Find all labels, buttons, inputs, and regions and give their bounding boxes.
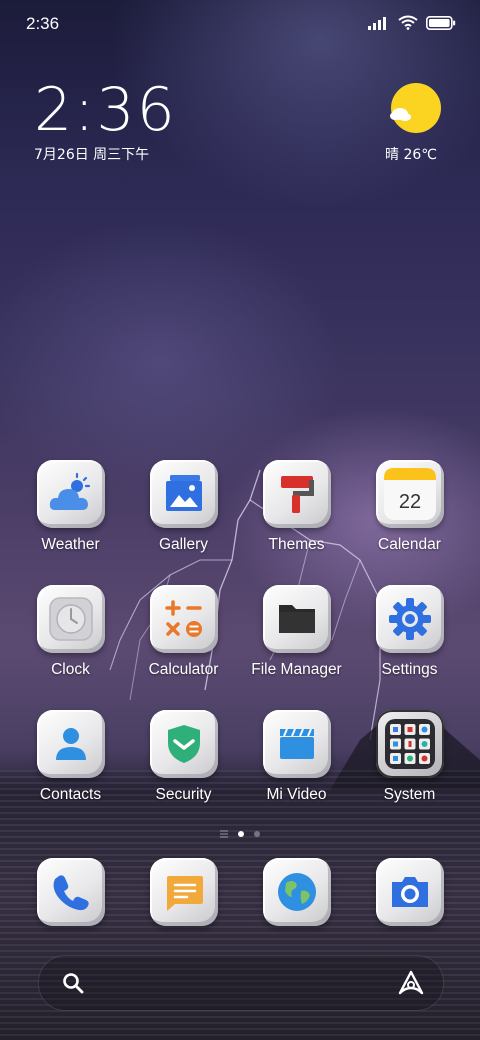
app-weather[interactable]: Weather — [14, 460, 127, 554]
video-icon — [262, 710, 331, 778]
messages-icon — [149, 858, 218, 926]
status-icons — [368, 15, 456, 30]
contacts-icon — [36, 710, 105, 778]
app-label-themes: Themes — [268, 536, 325, 553]
widget-time: 2:36 — [34, 75, 177, 145]
app-system-folder[interactable]: System — [353, 710, 466, 804]
app-label-weather: Weather — [41, 536, 100, 553]
app-security[interactable]: Security — [127, 710, 240, 804]
camera-icon — [375, 858, 444, 926]
menu-lines-icon — [220, 830, 228, 838]
clock-icon — [36, 585, 105, 653]
weather-widget[interactable]: 晴 26℃ — [376, 82, 446, 164]
themes-icon — [262, 460, 331, 528]
app-file-manager[interactable]: File Manager — [240, 585, 353, 679]
app-label-calendar: Calendar — [378, 536, 441, 553]
page-indicator[interactable] — [0, 830, 480, 838]
app-label-gallery: Gallery — [158, 536, 209, 553]
shield-icon — [149, 710, 218, 778]
weather-condition: 晴 — [385, 147, 399, 163]
app-settings[interactable]: Settings — [353, 585, 466, 679]
folder-grid-icon — [375, 710, 444, 778]
app-label-clock: Clock — [51, 661, 90, 678]
app-mi-video[interactable]: Mi Video — [240, 710, 353, 804]
wifi-icon — [398, 15, 418, 30]
weather-icon — [36, 460, 105, 528]
app-label-contacts: Contacts — [39, 786, 102, 803]
dock-messages[interactable] — [127, 858, 240, 926]
search-icon[interactable] — [61, 971, 85, 995]
dock-phone[interactable] — [14, 858, 127, 926]
app-calculator[interactable]: Calculator — [127, 585, 240, 679]
dock-camera[interactable] — [353, 858, 466, 926]
weather-temperature: 26℃ — [403, 147, 437, 163]
app-label-calculator: Calculator — [148, 661, 219, 678]
app-themes[interactable]: Themes — [240, 460, 353, 554]
app-contacts[interactable]: Contacts — [14, 710, 127, 804]
weather-summary: 晴 26℃ — [376, 144, 446, 164]
gallery-icon — [149, 460, 218, 528]
app-label-file-manager: File Manager — [251, 661, 342, 678]
clock-widget[interactable]: 2:36 7月26日 周三下午 — [34, 78, 177, 164]
app-label-settings: Settings — [381, 661, 438, 678]
app-clock[interactable]: Clock — [14, 585, 127, 679]
calculator-icon — [149, 585, 218, 653]
status-bar: 2:36 — [0, 0, 480, 50]
page-dot-active[interactable] — [238, 831, 244, 837]
sunny-icon — [388, 82, 442, 136]
search-bar[interactable] — [38, 955, 444, 1011]
app-label-security: Security — [155, 786, 212, 803]
gear-icon — [375, 585, 444, 653]
app-gallery[interactable]: Gallery — [127, 460, 240, 554]
dock-browser[interactable] — [240, 858, 353, 926]
app-label-system: System — [383, 786, 436, 803]
app-label-mi-video: Mi Video — [266, 786, 327, 803]
page-dot[interactable] — [254, 831, 260, 837]
browser-icon — [262, 858, 331, 926]
calendar-icon: 22 — [375, 460, 444, 528]
calendar-day: 22 — [398, 491, 420, 513]
status-time: 2:36 — [26, 14, 60, 33]
folder-icon — [262, 585, 331, 653]
app-calendar[interactable]: 22 Calendar — [353, 460, 466, 554]
widget-date: 7月26日 周三下午 — [34, 147, 150, 163]
phone-icon — [36, 858, 105, 926]
signal-icon — [368, 16, 386, 30]
battery-icon — [426, 15, 456, 30]
assistant-icon[interactable] — [397, 969, 425, 997]
